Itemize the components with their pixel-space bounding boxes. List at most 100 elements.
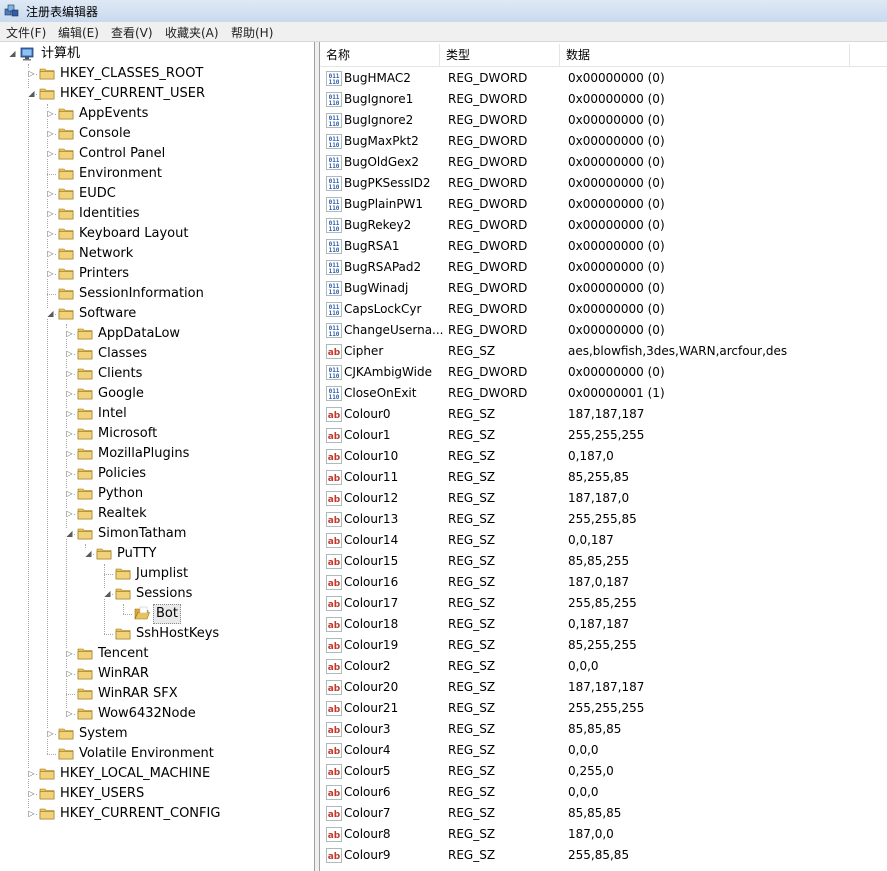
tree-node-putty[interactable]: ◢ PuTTY [0, 544, 314, 564]
value-row-bugignore1[interactable]: 011 110 BugIgnore1 REG_DWORD 0x00000000 (0) [320, 89, 887, 110]
value-row-colour0[interactable]: ab Colour0 REG_SZ 187,187,187 [320, 404, 887, 425]
value-row-colour10[interactable]: ab Colour10 REG_SZ 0,187,0 [320, 446, 887, 467]
expand-triangle-icon[interactable]: ▷ [46, 129, 55, 138]
expand-triangle-icon[interactable]: ▷ [65, 669, 74, 678]
column-header-data[interactable]: 数据 [560, 44, 850, 66]
tree-node-eudc[interactable]: ▷ EUDC [0, 184, 314, 204]
tree-node-software[interactable]: ◢ Software [0, 304, 314, 324]
value-row-bugrsa1[interactable]: 011 110 BugRSA1 REG_DWORD 0x00000000 (0) [320, 236, 887, 257]
tree-node-tencent[interactable]: ▷ Tencent [0, 644, 314, 664]
expand-triangle-icon[interactable]: ▷ [65, 489, 74, 498]
tree-node-identities[interactable]: ▷ Identities [0, 204, 314, 224]
value-row-colour1[interactable]: ab Colour1 REG_SZ 255,255,255 [320, 425, 887, 446]
value-row-cjkambigwide[interactable]: 011 110 CJKAmbigWide REG_DWORD 0x00000000 (0… [320, 362, 887, 383]
expand-triangle-icon[interactable]: ▷ [46, 189, 55, 198]
tree-node-sessioninformation[interactable]: SessionInformation [0, 284, 314, 304]
expand-triangle-icon[interactable]: ▷ [27, 69, 36, 78]
value-row-colour13[interactable]: ab Colour13 REG_SZ 255,255,85 [320, 509, 887, 530]
expand-triangle-icon[interactable]: ▷ [27, 809, 36, 818]
collapse-triangle-icon[interactable]: ◢ [84, 549, 93, 558]
tree-node-volatile-environment[interactable]: Volatile Environment [0, 744, 314, 764]
tree-node-policies[interactable]: ▷ Policies [0, 464, 314, 484]
tree-node-sshhostkeys[interactable]: SshHostKeys [0, 624, 314, 644]
tree-node-hkey-current-config[interactable]: ▷ HKEY_CURRENT_CONFIG [0, 804, 314, 824]
expand-triangle-icon[interactable]: ▷ [46, 729, 55, 738]
value-row-bugpksessid2[interactable]: 011 110 BugPKSessID2 REG_DWORD 0x00000000 (0… [320, 173, 887, 194]
menu-file[interactable]: 文件(F) [6, 24, 46, 41]
value-row-colour5[interactable]: ab Colour5 REG_SZ 0,255,0 [320, 761, 887, 782]
value-row-colour15[interactable]: ab Colour15 REG_SZ 85,85,255 [320, 551, 887, 572]
tree-node-sessions[interactable]: ◢ Sessions [0, 584, 314, 604]
menu-help[interactable]: 帮助(H) [231, 24, 273, 41]
tree-node-realtek[interactable]: ▷ Realtek [0, 504, 314, 524]
value-row-colour8[interactable]: ab Colour8 REG_SZ 187,0,0 [320, 824, 887, 845]
expand-triangle-icon[interactable]: ▷ [65, 389, 74, 398]
value-row-colour12[interactable]: ab Colour12 REG_SZ 187,187,0 [320, 488, 887, 509]
tree-node-hkey-local-machine[interactable]: ▷ HKEY_LOCAL_MACHINE [0, 764, 314, 784]
tree-node-console[interactable]: ▷ Console [0, 124, 314, 144]
expand-triangle-icon[interactable]: ▷ [65, 469, 74, 478]
tree-node-control-panel[interactable]: ▷ Control Panel [0, 144, 314, 164]
value-row-bugrekey2[interactable]: 011 110 BugRekey2 REG_DWORD 0x00000000 (0) [320, 215, 887, 236]
tree-node-mozillaplugins[interactable]: ▷ MozillaPlugins [0, 444, 314, 464]
value-row-bugoldgex2[interactable]: 011 110 BugOldGex2 REG_DWORD 0x00000000 (0) [320, 152, 887, 173]
value-row-bugignore2[interactable]: 011 110 BugIgnore2 REG_DWORD 0x00000000 (0) [320, 110, 887, 131]
expand-triangle-icon[interactable]: ▷ [65, 409, 74, 418]
value-row-colour18[interactable]: ab Colour18 REG_SZ 0,187,187 [320, 614, 887, 635]
value-list-pane[interactable]: 名称 类型 数据 011 110 BugHMAC2 REG_DWORD 0x000000… [319, 42, 887, 871]
collapse-triangle-icon[interactable]: ◢ [65, 529, 74, 538]
value-row-cipher[interactable]: ab Cipher REG_SZ aes,blowfish,3des,WARN,arc… [320, 341, 887, 362]
tree-node-intel[interactable]: ▷ Intel [0, 404, 314, 424]
tree-node-hkey-current-user[interactable]: ◢ HKEY_CURRENT_USER [0, 84, 314, 104]
tree-node-python[interactable]: ▷ Python [0, 484, 314, 504]
expand-triangle-icon[interactable]: ▷ [65, 649, 74, 658]
value-row-colour6[interactable]: ab Colour6 REG_SZ 0,0,0 [320, 782, 887, 803]
tree-node-jumplist[interactable]: Jumplist [0, 564, 314, 584]
value-row-colour4[interactable]: ab Colour4 REG_SZ 0,0,0 [320, 740, 887, 761]
expand-triangle-icon[interactable]: ▷ [46, 269, 55, 278]
collapse-triangle-icon[interactable]: ◢ [103, 589, 112, 598]
tree-node-hkey-classes-root[interactable]: ▷ HKEY_CLASSES_ROOT [0, 64, 314, 84]
tree-node-winrar-sfx[interactable]: WinRAR SFX [0, 684, 314, 704]
tree-node-google[interactable]: ▷ Google [0, 384, 314, 404]
value-row-colour9[interactable]: ab Colour9 REG_SZ 255,85,85 [320, 845, 887, 866]
collapse-triangle-icon[interactable]: ◢ [8, 49, 17, 58]
value-row-colour17[interactable]: ab Colour17 REG_SZ 255,85,255 [320, 593, 887, 614]
value-row-bugrsapad2[interactable]: 011 110 BugRSAPad2 REG_DWORD 0x00000000 (0) [320, 257, 887, 278]
expand-triangle-icon[interactable]: ▷ [27, 769, 36, 778]
tree-node-environment[interactable]: Environment [0, 164, 314, 184]
expand-triangle-icon[interactable]: ▷ [46, 209, 55, 218]
expand-triangle-icon[interactable]: ▷ [46, 109, 55, 118]
expand-triangle-icon[interactable]: ▷ [27, 789, 36, 798]
expand-triangle-icon[interactable]: ▷ [46, 249, 55, 258]
tree-node-appdatalow[interactable]: ▷ AppDataLow [0, 324, 314, 344]
menu-view[interactable]: 查看(V) [111, 24, 153, 41]
value-row-colour16[interactable]: ab Colour16 REG_SZ 187,0,187 [320, 572, 887, 593]
tree-node-appevents[interactable]: ▷ AppEvents [0, 104, 314, 124]
expand-triangle-icon[interactable]: ▷ [65, 349, 74, 358]
tree-node-hkey-users[interactable]: ▷ HKEY_USERS [0, 784, 314, 804]
tree-node-clients[interactable]: ▷ Clients [0, 364, 314, 384]
value-row-colour3[interactable]: ab Colour3 REG_SZ 85,85,85 [320, 719, 887, 740]
value-row-bugplainpw1[interactable]: 011 110 BugPlainPW1 REG_DWORD 0x00000000 (0) [320, 194, 887, 215]
menu-favorites[interactable]: 收藏夹(A) [165, 24, 219, 41]
expand-triangle-icon[interactable]: ▷ [65, 329, 74, 338]
collapse-triangle-icon[interactable]: ◢ [46, 309, 55, 318]
expand-triangle-icon[interactable]: ▷ [46, 149, 55, 158]
expand-triangle-icon[interactable]: ▷ [65, 509, 74, 518]
value-row-colour14[interactable]: ab Colour14 REG_SZ 0,0,187 [320, 530, 887, 551]
expand-triangle-icon[interactable]: ▷ [65, 429, 74, 438]
tree-node-system[interactable]: ▷ System [0, 724, 314, 744]
tree-node-microsoft[interactable]: ▷ Microsoft [0, 424, 314, 444]
tree-node-network[interactable]: ▷ Network [0, 244, 314, 264]
value-row-bugwinadj[interactable]: 011 110 BugWinadj REG_DWORD 0x00000000 (0) [320, 278, 887, 299]
tree-node-bot[interactable]: Bot [0, 604, 314, 624]
expand-triangle-icon[interactable]: ▷ [65, 709, 74, 718]
tree-node-winrar[interactable]: ▷ WinRAR [0, 664, 314, 684]
expand-triangle-icon[interactable]: ▷ [65, 449, 74, 458]
tree-node-printers[interactable]: ▷ Printers [0, 264, 314, 284]
tree-node-wow6432node[interactable]: ▷ Wow6432Node [0, 704, 314, 724]
value-row-bugmaxpkt2[interactable]: 011 110 BugMaxPkt2 REG_DWORD 0x00000000 (0) [320, 131, 887, 152]
registry-tree-pane[interactable]: ◢ 计算机 ▷ HKEY_CLASSES_ROOT ◢ HKEY_CURRENT_USER… [0, 42, 315, 871]
column-header-name[interactable]: 名称 [320, 44, 440, 66]
